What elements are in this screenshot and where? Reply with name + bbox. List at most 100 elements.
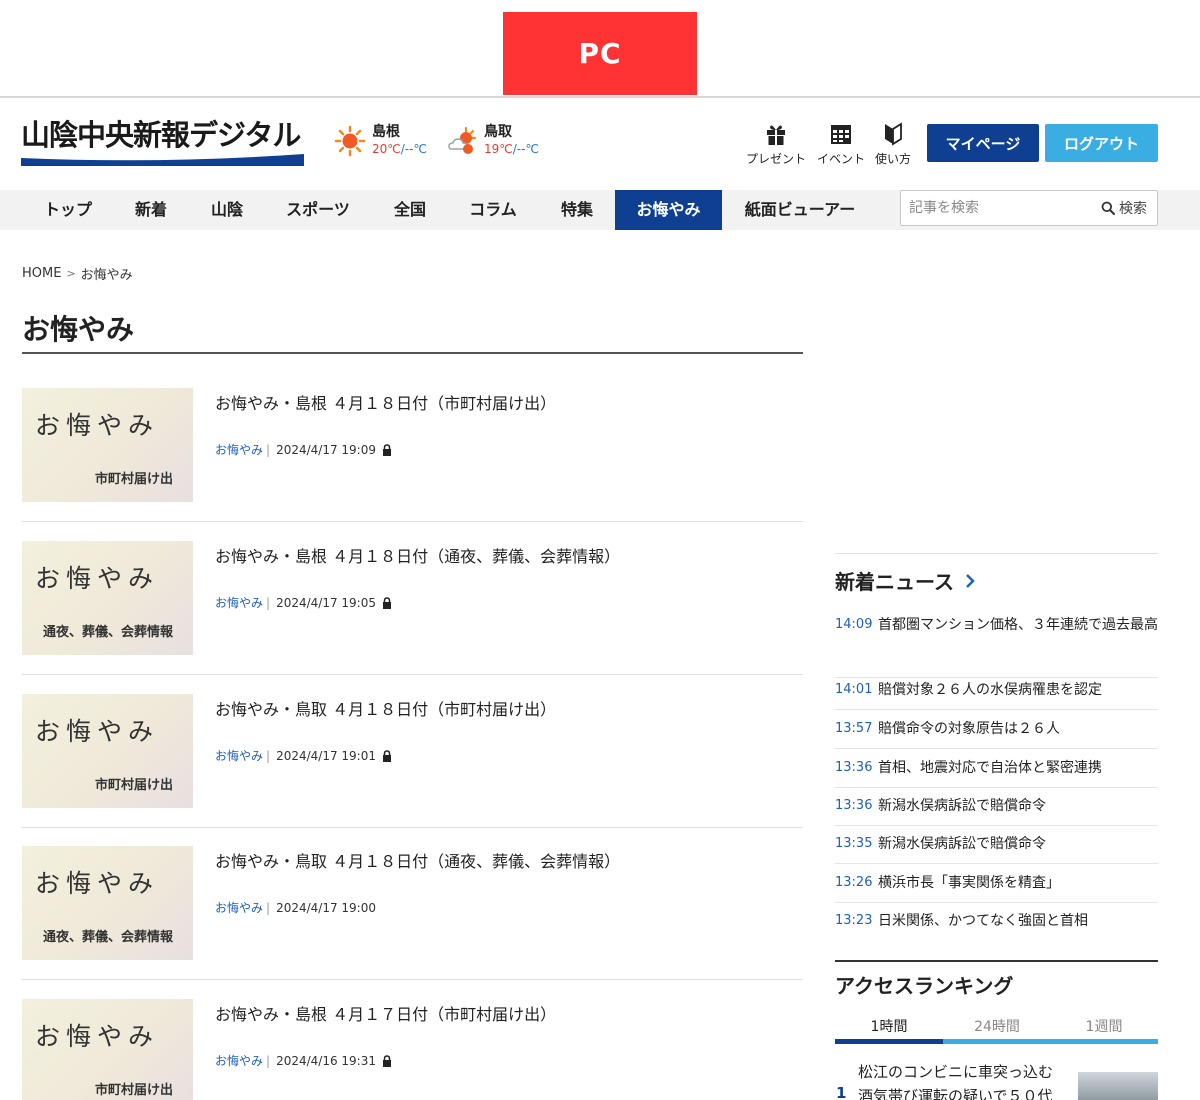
news-item[interactable]: 13:36 新潟水俣病訴訟で賠償命令 <box>835 793 1158 826</box>
nav-column[interactable]: コラム <box>455 190 531 230</box>
weather-shimane[interactable]: 島根 20℃/--℃ <box>334 124 427 158</box>
news-headline: 賠償対象２６人の水俣病罹患を認定 <box>878 682 1102 698</box>
breadcrumb: HOME > お悔やみ <box>22 264 133 283</box>
nav-sanin[interactable]: 山陰 <box>195 190 259 230</box>
ranking-thumbnail[interactable] <box>1078 1072 1158 1100</box>
latest-news-title[interactable]: 新着ニュース <box>835 566 976 595</box>
ranking-headline[interactable]: 松江のコンビニに車突っ込む 酒気帯び運転の疑いで５０代 <box>858 1060 1068 1100</box>
news-headline: 首相、地震対応で自治体と緊密連携 <box>878 760 1102 776</box>
article-thumbnail[interactable]: お悔やみ 市町村届け出 <box>22 694 193 808</box>
news-item[interactable]: 13:57 賠償命令の対象原告は２６人 <box>835 716 1158 749</box>
search-button[interactable]: 検索 <box>1101 197 1147 219</box>
ranking-number: 1 <box>836 1084 847 1100</box>
breadcrumb-current: お悔やみ <box>80 268 133 283</box>
meta-separator: | <box>266 442 271 457</box>
lock-icon <box>383 749 391 762</box>
search-button-label: 検索 <box>1119 201 1147 217</box>
article-thumbnail[interactable]: お悔やみ 通夜、葬儀、会葬情報 <box>22 541 193 655</box>
article-item[interactable]: お悔やみ 通夜、葬儀、会葬情報 お悔やみ・鳥取 ４月１８日付（通夜、葬儀、会葬情… <box>22 846 803 980</box>
article-title[interactable]: お悔やみ・島根 ４月１７日付（市町村届け出） <box>215 1001 556 1025</box>
mypage-button[interactable]: マイページ <box>927 124 1039 162</box>
site-logo[interactable]: 山陰中央新報デジタル <box>21 118 304 166</box>
logout-button[interactable]: ログアウト <box>1045 124 1158 162</box>
news-time: 14:01 <box>835 682 873 697</box>
article-title[interactable]: お悔やみ・鳥取 ４月１８日付（通夜、葬儀、会葬情報） <box>215 848 620 872</box>
article-date: 2024/4/17 19:00 <box>276 900 376 915</box>
news-headline: 首都圏マンション価格、３年連続で過去最高 <box>878 617 1158 633</box>
nav-obituaries[interactable]: お悔やみ <box>615 190 722 230</box>
site-header: 山陰中央新報デジタル 島根 20℃/--℃ 鳥取 19℃/--℃ プレゼント イ… <box>0 98 1200 190</box>
weather-low: /--℃ <box>512 142 539 156</box>
news-headline: 新潟水俣病訴訟で賠償命令 <box>878 798 1046 814</box>
news-item[interactable]: 14:09 首都圏マンション価格、３年連続で過去最高 <box>835 612 1158 678</box>
article-category[interactable]: お悔やみ <box>215 747 263 764</box>
sun-cloud-icon <box>448 126 477 154</box>
nav-sports[interactable]: スポーツ <box>272 190 364 230</box>
news-item[interactable]: 13:26 横浜市長「事実関係を精査」 <box>835 870 1158 903</box>
meta-separator: | <box>266 1053 271 1068</box>
article-date: 2024/4/16 19:31 <box>276 1053 376 1068</box>
breadcrumb-home[interactable]: HOME <box>22 266 61 281</box>
article-divider <box>22 827 803 828</box>
article-meta: お悔やみ | 2024/4/16 19:31 <box>215 1052 392 1069</box>
search-input[interactable] <box>909 197 1079 219</box>
chevron-right-icon: > <box>66 267 76 280</box>
ranking-tab-1w[interactable]: 1週間 <box>1050 1016 1158 1038</box>
ranking-tab-24h[interactable]: 24時間 <box>943 1016 1051 1038</box>
lock-icon <box>383 596 391 609</box>
nav-top[interactable]: トップ <box>30 190 106 230</box>
nav-national[interactable]: 全国 <box>378 190 442 230</box>
news-time: 14:09 <box>835 617 873 632</box>
news-item[interactable]: 13:23 日米関係、かつてなく強固と首相 <box>835 908 1158 941</box>
news-item[interactable]: 14:01 賠償対象２６人の水俣病罹患を認定 <box>835 677 1158 710</box>
nav-paper-viewer[interactable]: 紙面ビューアー <box>735 190 865 230</box>
article-category[interactable]: お悔やみ <box>215 899 263 916</box>
article-title[interactable]: お悔やみ・島根 ４月１８日付（市町村届け出） <box>215 390 556 414</box>
weather-tottori[interactable]: 鳥取 19℃/--℃ <box>446 124 539 158</box>
nav-features[interactable]: 特集 <box>545 190 609 230</box>
article-title[interactable]: お悔やみ・島根 ４月１８日付（通夜、葬儀、会葬情報） <box>215 543 620 567</box>
howto-link[interactable]: 使い方 <box>875 122 911 167</box>
news-item[interactable]: 13:36 首相、地震対応で自治体と緊密連携 <box>835 755 1158 788</box>
calendar-icon <box>831 125 851 144</box>
thumbnail-title: お悔やみ <box>35 564 160 593</box>
thumbnail-subtitle: 市町村届け出 <box>94 778 173 793</box>
article-thumbnail[interactable]: お悔やみ 市町村届け出 <box>22 999 193 1100</box>
news-time: 13:36 <box>835 798 873 813</box>
nav-latest[interactable]: 新着 <box>119 190 183 230</box>
gift-icon <box>767 125 785 145</box>
news-item[interactable]: 13:35 新潟水俣病訴訟で賠償命令 <box>835 831 1158 864</box>
article-thumbnail[interactable]: お悔やみ 市町村届け出 <box>22 388 193 502</box>
article-thumbnail[interactable]: お悔やみ 通夜、葬儀、会葬情報 <box>22 846 193 960</box>
article-item[interactable]: お悔やみ 市町村届け出 お悔やみ・鳥取 ４月１８日付（市町村届け出） お悔やみ … <box>22 694 803 828</box>
article-category[interactable]: お悔やみ <box>215 1052 263 1069</box>
ranking-divider <box>835 960 1158 962</box>
article-item[interactable]: お悔やみ 通夜、葬儀、会葬情報 お悔やみ・島根 ４月１８日付（通夜、葬儀、会葬情… <box>22 541 803 675</box>
article-category[interactable]: お悔やみ <box>215 594 263 611</box>
news-time: 13:36 <box>835 760 873 775</box>
news-headline: 賠償命令の対象原告は２６人 <box>878 721 1060 737</box>
article-title[interactable]: お悔やみ・鳥取 ４月１８日付（市町村届け出） <box>215 696 556 720</box>
main-nav: トップ 新着 山陰 スポーツ 全国 コラム 特集 お悔やみ 紙面ビューアー 検索 <box>0 190 1200 230</box>
meta-separator: | <box>266 900 271 915</box>
weather-temp: 20℃/--℃ <box>372 141 427 158</box>
ranking-tab-1h[interactable]: 1時間 <box>835 1016 943 1038</box>
meta-separator: | <box>266 595 271 610</box>
article-item[interactable]: お悔やみ 市町村届け出 お悔やみ・島根 ４月１７日付（市町村届け出） お悔やみ … <box>22 999 803 1100</box>
article-divider <box>22 521 803 522</box>
article-item[interactable]: お悔やみ 市町村届け出 お悔やみ・島根 ４月１８日付（市町村届け出） お悔やみ … <box>22 388 803 522</box>
event-label: イベント <box>817 152 866 166</box>
logo-text: 山陰中央新報デジタル <box>21 118 301 152</box>
event-link[interactable]: イベント <box>817 122 865 167</box>
weather-city: 鳥取 <box>484 124 512 140</box>
article-meta: お悔やみ | 2024/4/17 19:01 <box>215 747 392 764</box>
present-link[interactable]: プレゼント <box>746 122 806 167</box>
latest-news-label: 新着ニュース <box>835 570 954 594</box>
news-time: 13:35 <box>835 836 873 851</box>
weather-low: /--℃ <box>400 142 427 156</box>
weather-high: 19℃ <box>484 142 513 156</box>
article-date: 2024/4/17 19:05 <box>276 595 376 610</box>
article-divider <box>22 979 803 980</box>
page-title: お悔やみ <box>22 313 135 346</box>
article-category[interactable]: お悔やみ <box>215 441 263 458</box>
